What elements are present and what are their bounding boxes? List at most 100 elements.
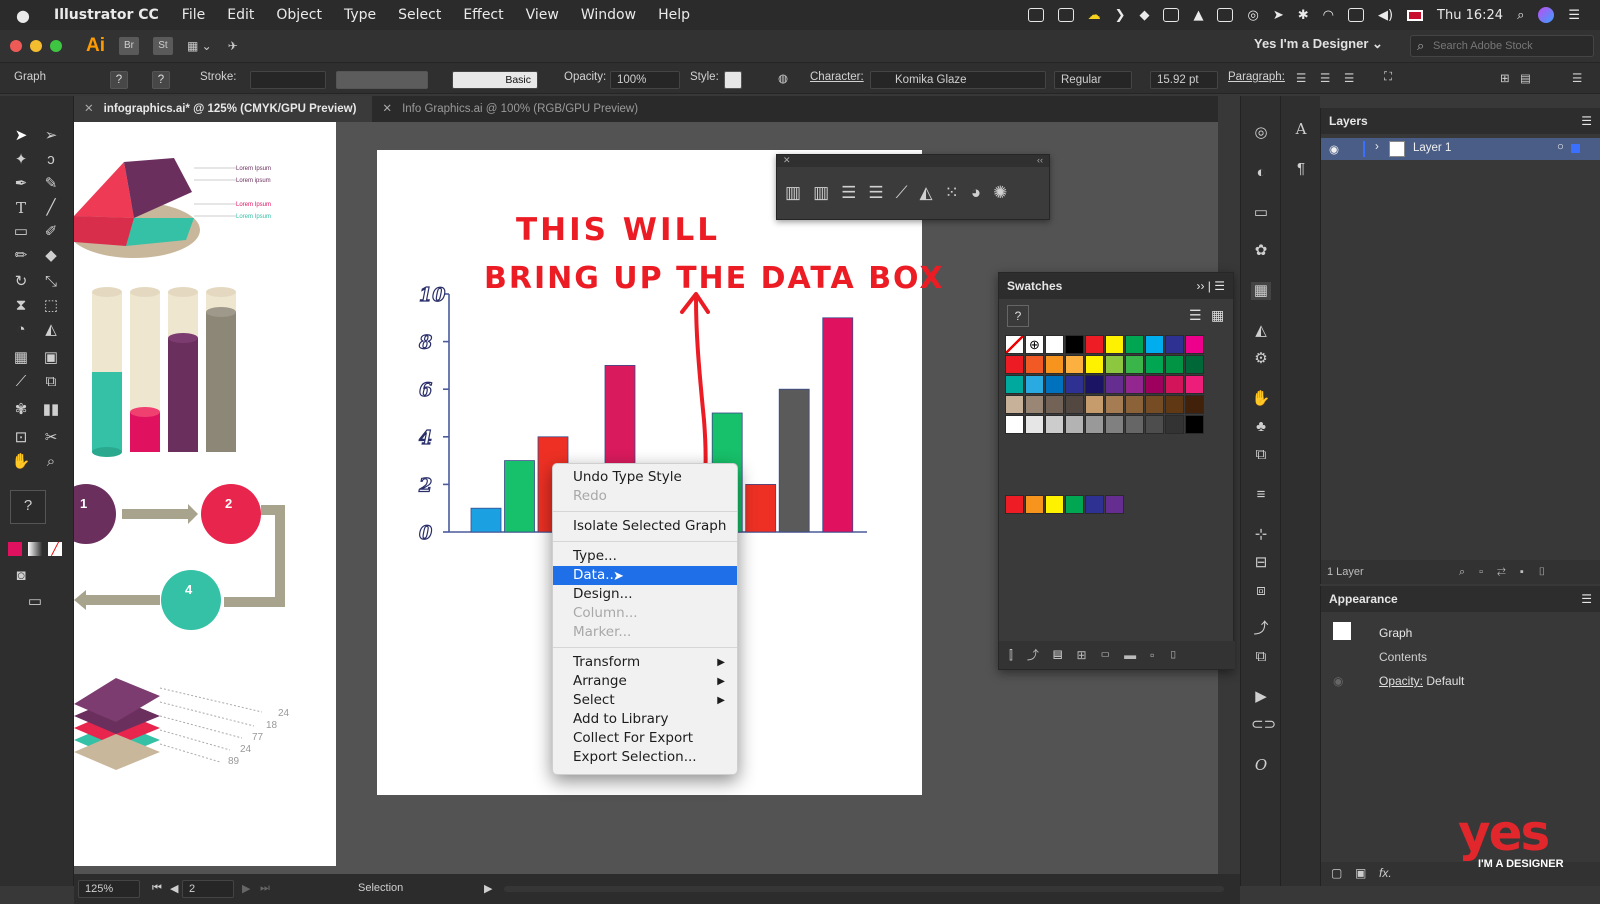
wd-icon[interactable] <box>1163 8 1180 22</box>
close-tab-icon[interactable]: ✕ <box>382 103 392 115</box>
actions-icon[interactable]: ▶ <box>1251 688 1271 706</box>
slice-tool-icon[interactable]: ✂ <box>40 428 62 448</box>
swatch[interactable] <box>1145 375 1164 394</box>
swatch[interactable] <box>1125 355 1144 374</box>
menu-effect[interactable]: Effect <box>452 7 514 23</box>
lasso-tool-icon[interactable]: ↄ <box>40 150 62 170</box>
tab-info-graphics[interactable]: ✕ Info Graphics.ai @ 100% (RGB/GPU Previe… <box>372 96 654 122</box>
swatch[interactable] <box>1165 355 1184 374</box>
menu-item-type[interactable]: Type... <box>553 547 737 566</box>
layer-name[interactable]: Layer 1 <box>1413 142 1451 154</box>
swatch[interactable] <box>1105 375 1124 394</box>
camera-icon[interactable] <box>1217 8 1234 22</box>
menu-help[interactable]: Help <box>647 7 701 23</box>
new-color-group-icon[interactable]: ▭ <box>1101 648 1125 662</box>
draw-mode-icon[interactable]: ◙ <box>10 566 32 586</box>
panel-header[interactable]: ✕ ‹‹ <box>777 155 1049 167</box>
drive-icon[interactable]: ▲ <box>1193 8 1203 23</box>
expand-chevron-icon[interactable]: › <box>1375 141 1379 153</box>
panel-menu-icon[interactable]: ☰ <box>1581 108 1600 134</box>
menu-item-collect-for-export[interactable]: Collect For Export <box>553 729 737 748</box>
siri-icon[interactable] <box>1538 7 1555 23</box>
eyedropper-tool-icon[interactable]: ⟋ <box>10 372 32 392</box>
type-tool-icon[interactable]: T <box>10 198 32 218</box>
bar-graph-icon[interactable]: ☰ <box>841 183 856 203</box>
image-trace-icon[interactable]: ⧉ <box>1251 446 1271 464</box>
stock-button[interactable]: St <box>153 37 173 55</box>
swatch[interactable] <box>1125 395 1144 414</box>
screen-mode-icon[interactable]: ▭ <box>24 592 46 612</box>
font-size-input[interactable]: 15.92 pt <box>1150 71 1218 89</box>
free-transform-tool-icon[interactable]: ⬚ <box>40 296 62 316</box>
radar-graph-icon[interactable]: ✺ <box>993 183 1007 203</box>
swatch-options-icon[interactable]: ⊞ <box>1076 648 1100 662</box>
swatch[interactable] <box>1065 355 1084 374</box>
shape-builder-tool-icon[interactable]: ◔ <box>10 320 32 340</box>
scale-tool-icon[interactable]: ⤡ <box>40 272 62 292</box>
swatch[interactable] <box>1045 415 1064 434</box>
folder-icon[interactable]: ▬ <box>1124 648 1150 662</box>
airplay-icon[interactable] <box>1347 8 1364 22</box>
swatch[interactable] <box>1085 415 1104 434</box>
swatch[interactable] <box>1125 335 1144 354</box>
menu-view[interactable]: View <box>515 7 570 23</box>
recolor-artwork-icon[interactable]: ◍ <box>778 71 788 85</box>
minimize-window-button[interactable] <box>30 40 42 52</box>
variable-width-profile[interactable] <box>336 71 428 89</box>
app-menu[interactable]: Illustrator CC <box>46 7 171 23</box>
artboard-tool-icon[interactable]: ⊡ <box>10 428 32 448</box>
status-app-icon[interactable] <box>1027 8 1044 22</box>
status-menu-arrow-icon[interactable]: ▶ <box>484 882 492 895</box>
stacked-column-graph-icon[interactable]: ▥ <box>813 183 829 203</box>
layer-row[interactable]: ◉ › Layer 1 ○ <box>1321 138 1600 160</box>
panel-menu-icon[interactable]: ☰ <box>1581 586 1600 612</box>
menu-item-isolate-selected-graph[interactable]: Isolate Selected Graph <box>553 517 737 536</box>
swatch[interactable] <box>1065 415 1084 434</box>
display-icon[interactable] <box>1057 8 1074 22</box>
transform-panel-icon[interactable]: ⊹ <box>1251 526 1271 544</box>
swatch[interactable] <box>1105 335 1124 354</box>
first-artboard-icon[interactable]: ⏮ <box>152 882 162 895</box>
swatch[interactable] <box>1185 375 1204 394</box>
swatch[interactable] <box>1045 355 1064 374</box>
clock[interactable]: Thu 16:24 <box>1437 8 1503 23</box>
swatch[interactable] <box>1165 335 1184 354</box>
swatch[interactable] <box>1065 375 1084 394</box>
infographics-artboard[interactable]: Lorem Ipsum Lorem ipsum Lorem Ipsum Lore… <box>74 122 336 866</box>
chevron-right-icon[interactable]: ❯ <box>1115 8 1126 23</box>
swatch[interactable] <box>1005 395 1024 414</box>
selection-indicator[interactable] <box>1571 144 1580 153</box>
symbol-sprayer-tool-icon[interactable]: ✾ <box>10 400 32 420</box>
menu-type[interactable]: Type <box>333 7 387 23</box>
swatch[interactable] <box>1125 375 1144 394</box>
swatch[interactable] <box>1065 335 1084 354</box>
swatch[interactable] <box>1145 395 1164 414</box>
club-icon[interactable]: ♣ <box>1251 418 1271 436</box>
pathfinder-icon[interactable]: ⧈ <box>1251 582 1271 600</box>
swatch[interactable] <box>1025 375 1044 394</box>
character-panel-icon[interactable]: A <box>1291 120 1311 138</box>
visibility-eye-icon[interactable]: ◉ <box>1333 674 1343 688</box>
align-left-icon[interactable]: ☰ <box>1296 71 1306 85</box>
swatch[interactable] <box>1105 355 1124 374</box>
fill-mode-none-icon[interactable]: ╱ <box>48 542 62 556</box>
appearance-opacity[interactable]: Opacity: Default <box>1379 674 1464 688</box>
layers-tab[interactable]: Layers ☰ <box>1321 108 1600 134</box>
fill-stroke-widget[interactable]: ? <box>10 490 46 524</box>
swatch[interactable] <box>1185 335 1204 354</box>
swatch[interactable] <box>1045 395 1064 414</box>
swatch[interactable] <box>1165 375 1184 394</box>
gradient-tool-icon[interactable]: ▣ <box>40 348 62 368</box>
volume-icon[interactable]: ◀) <box>1378 8 1393 23</box>
swatch[interactable] <box>1085 375 1104 394</box>
mesh-tool-icon[interactable]: ▦ <box>10 348 32 368</box>
menu-file[interactable]: File <box>171 7 216 23</box>
add-fill-icon[interactable]: ▣ <box>1355 866 1366 880</box>
swatch[interactable] <box>1005 415 1024 434</box>
paragraph-label[interactable]: Paragraph: <box>1228 71 1285 83</box>
align-right-icon[interactable]: ☰ <box>1344 71 1354 85</box>
swatch[interactable] <box>1165 415 1184 434</box>
swatch[interactable] <box>1085 335 1104 354</box>
swatch-libraries-icon[interactable]: ⫿ <box>1009 648 1027 662</box>
fill-stroke-indicator[interactable]: ? <box>1007 305 1029 327</box>
